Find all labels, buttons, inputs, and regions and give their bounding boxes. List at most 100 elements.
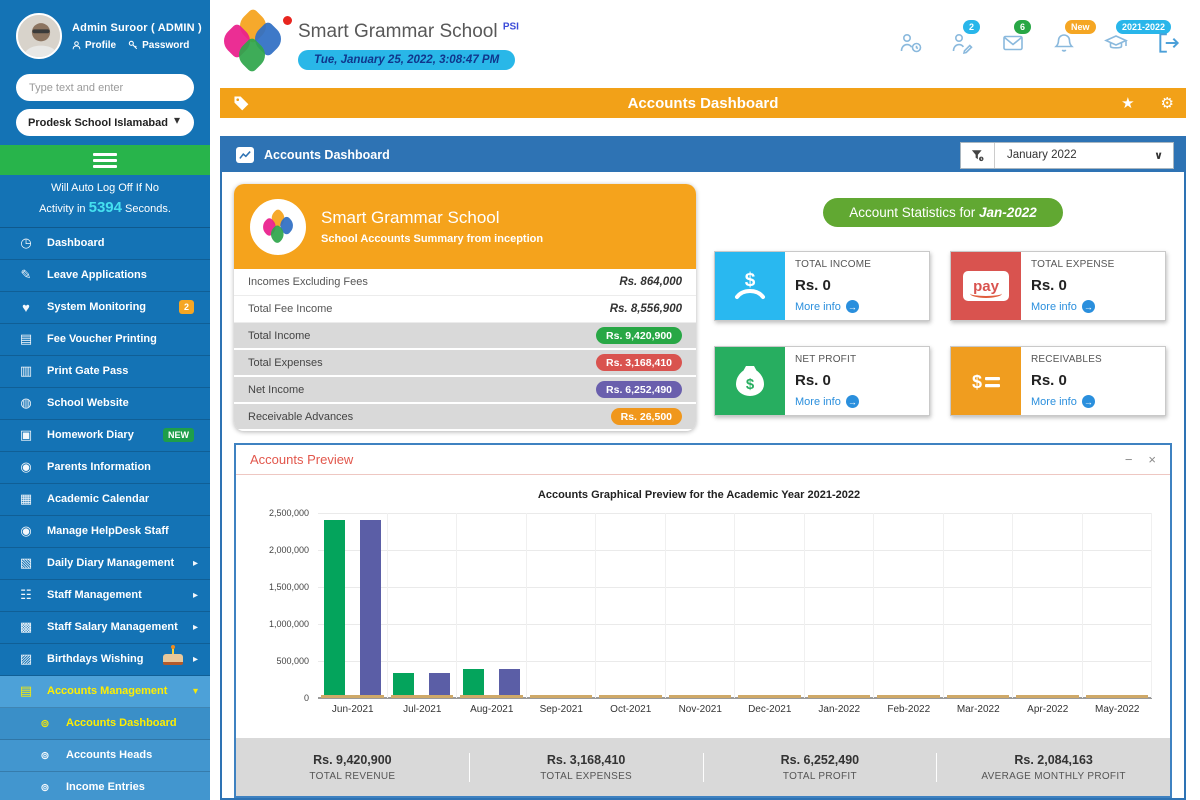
sidebar-item-label: Homework Diary: [47, 429, 163, 441]
profile-link[interactable]: Profile: [72, 40, 116, 51]
footer-stat-total-revenue: Rs. 9,420,900TOTAL REVENUE: [236, 753, 469, 782]
chart-column-may-2022: [1083, 513, 1153, 698]
hand-dollar-icon: $: [730, 266, 770, 306]
money-check-icon: $: [966, 361, 1006, 401]
x-tick-label: Dec-2021: [735, 698, 805, 715]
avatar[interactable]: [16, 13, 62, 59]
chart-column-feb-2022: [874, 513, 944, 698]
accounts-management-icon: ▤: [17, 683, 35, 699]
x-tick-label: Sep-2021: [527, 698, 597, 715]
bar-profit: [360, 520, 381, 698]
summary-row-label: Total Income: [248, 330, 310, 342]
sidebar-item-birthdays-wishing[interactable]: ▨Birthdays Wishing▸: [0, 644, 210, 676]
sidebar-item-label: Parents Information: [47, 461, 198, 473]
logout-button[interactable]: [1156, 30, 1182, 56]
more-info-link[interactable]: More info→: [1031, 395, 1102, 408]
summary-row-value: Rs. 8,556,900: [610, 303, 682, 315]
menu-toggle-button[interactable]: [0, 145, 210, 175]
notifications-icon-button[interactable]: New: [1052, 31, 1076, 55]
main-area: Smart Grammar School PSI Tue, January 25…: [210, 0, 1200, 800]
summary-row-label: Incomes Excluding Fees: [248, 276, 368, 288]
sidebar-item-dashboard[interactable]: ◷Dashboard: [0, 228, 210, 260]
x-tick-label: May-2022: [1083, 698, 1153, 715]
user-edit-icon-button[interactable]: 2: [950, 31, 974, 55]
x-tick-label: Oct-2021: [596, 698, 666, 715]
bar-income: [324, 520, 345, 698]
sidebar-item-manage-helpdesk-staff[interactable]: ◉Manage HelpDesk Staff: [0, 516, 210, 548]
birthday-cake-icon: [163, 654, 183, 665]
x-tick-label: Jun-2021: [318, 698, 388, 715]
minimize-icon[interactable]: −: [1125, 452, 1133, 467]
sub-item-icon: ⊚: [36, 749, 54, 762]
filter-button[interactable]: [961, 143, 995, 168]
chart-column-sep-2021: [527, 513, 597, 698]
system-monitoring-icon: ♥: [17, 300, 35, 315]
school-select[interactable]: Prodesk School Islamabad: [16, 109, 194, 136]
chart-column-oct-2021: [596, 513, 666, 698]
sidebar-item-homework-diary[interactable]: ▣Homework DiaryNEW: [0, 420, 210, 452]
sidebar-item-leave-applications[interactable]: ✎Leave Applications: [0, 260, 210, 292]
settings-gears-icon[interactable]: ⚙: [1161, 94, 1174, 112]
close-icon[interactable]: ×: [1148, 452, 1156, 467]
sidebar-item-accounts-dashboard[interactable]: ⊚Accounts Dashboard: [0, 708, 210, 740]
sidebar-item-parents-information[interactable]: ◉ Parents Information: [0, 452, 210, 484]
sidebar-item-label: Staff Management: [47, 589, 189, 601]
month-select[interactable]: January 2022: [995, 143, 1173, 168]
x-tick-label: Mar-2022: [944, 698, 1014, 715]
search-input[interactable]: [16, 74, 194, 101]
summary-row-total-fee-income: Total Fee IncomeRs. 8,556,900: [234, 296, 696, 323]
user-session-icon[interactable]: [899, 31, 923, 55]
logout-icon: [1156, 30, 1182, 56]
stat-card-receivables: $RECEIVABLESRs. 0More info→: [950, 346, 1166, 416]
footer-stat-label: TOTAL PROFIT: [704, 771, 937, 782]
bar-expense: [947, 695, 1010, 698]
sidebar-item-print-gate-pass[interactable]: ▥Print Gate Pass: [0, 356, 210, 388]
month-filter-group: January 2022: [960, 142, 1174, 169]
page-title: Accounts Dashboard: [220, 95, 1186, 112]
fee-voucher-icon: ▤: [17, 331, 35, 347]
password-link-label: Password: [142, 40, 189, 51]
more-info-label: More info: [1031, 301, 1077, 313]
leave-applications-icon: ✎: [17, 267, 35, 283]
sub-item-icon: ⊚: [36, 717, 54, 730]
parents-info-icon: ◉: [17, 459, 35, 475]
school-name-superscript: PSI: [503, 22, 519, 33]
sidebar-item-accounts-heads[interactable]: ⊚Accounts Heads: [0, 740, 210, 772]
more-info-label: More info: [1031, 396, 1077, 408]
sidebar-item-fee-voucher-printing[interactable]: ▤Fee Voucher Printing: [0, 324, 210, 356]
footer-stat-value: Rs. 6,252,490: [704, 753, 937, 767]
bar-expense: [808, 695, 871, 698]
key-icon: [128, 40, 138, 50]
favorite-star-icon[interactable]: ★: [1121, 94, 1134, 112]
sidebar-item-income-entries[interactable]: ⊚Income Entries: [0, 772, 210, 800]
sidebar-item-staff-management[interactable]: ☷Staff Management▸: [0, 580, 210, 612]
summary-row-value: Rs. 26,500: [611, 408, 682, 425]
sidebar-item-daily-diary-management[interactable]: ▧Daily Diary Management▸: [0, 548, 210, 580]
sidebar-item-system-monitoring[interactable]: ♥System Monitoring2: [0, 292, 210, 324]
footer-stat-total-profit: Rs. 6,252,490 TOTAL PROFIT: [703, 753, 937, 782]
messages-icon-button[interactable]: 6: [1001, 31, 1025, 55]
footer-stat-average-monthly-profit: Rs. 2,084,163AVERAGE MONTHLY PROFIT: [936, 753, 1170, 782]
chart-column-mar-2022: [944, 513, 1014, 698]
sidebar-item-accounts-management[interactable]: ▤Accounts Management▾: [0, 676, 210, 708]
user-edit-icon: [950, 31, 974, 55]
stat-card-label: TOTAL EXPENSE: [1031, 259, 1115, 270]
academic-session-icon-button[interactable]: 2021-2022: [1103, 31, 1129, 55]
panel-title: Accounts Dashboard: [264, 148, 390, 162]
password-link[interactable]: Password: [128, 40, 189, 51]
sidebar-item-staff-salary-management[interactable]: ▩Staff Salary Management▸: [0, 612, 210, 644]
more-info-link[interactable]: More info→: [795, 300, 871, 313]
bar-profit: [499, 669, 520, 698]
more-info-link[interactable]: More info→: [1031, 300, 1115, 313]
sidebar-item-label: Manage HelpDesk Staff: [47, 525, 198, 537]
bar-income: [463, 669, 484, 698]
sidebar-badge: NEW: [163, 428, 194, 442]
more-info-link[interactable]: More info→: [795, 395, 859, 408]
more-info-label: More info: [795, 396, 841, 408]
chart-columns: [318, 513, 1152, 698]
chart-column-jun-2021: [318, 513, 388, 698]
panel-header: Accounts Dashboard January 2022: [222, 138, 1184, 172]
sidebar-item-academic-calendar[interactable]: ▦Academic Calendar: [0, 484, 210, 516]
bar-expense: [599, 695, 662, 698]
sidebar-item-school-website[interactable]: ◍School Website: [0, 388, 210, 420]
